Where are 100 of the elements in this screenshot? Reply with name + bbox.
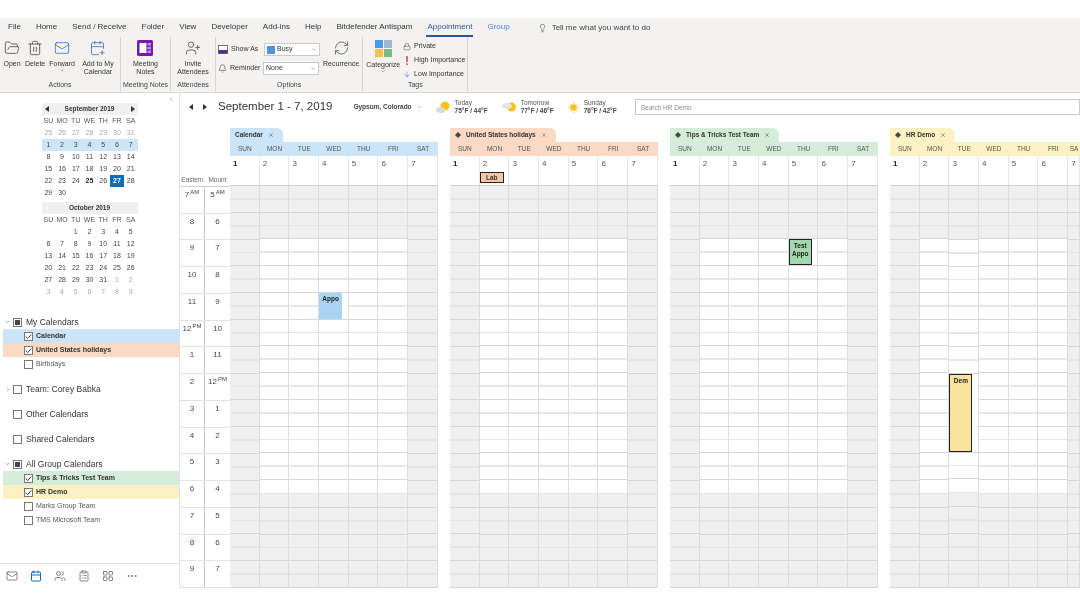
left-triangle-icon[interactable] (44, 106, 49, 112)
menu-tab[interactable]: Bitdefender Antispam (335, 18, 414, 37)
lightbulb-icon (537, 22, 547, 33)
right-triangle-icon[interactable] (130, 106, 135, 112)
refresh-icon (332, 40, 350, 56)
diamond-icon[interactable] (455, 132, 461, 138)
day-number[interactable]: 1 (670, 156, 699, 168)
grid-icon[interactable] (102, 570, 114, 582)
day-number[interactable]: 6 (598, 156, 628, 168)
day-number[interactable]: 4 (319, 156, 348, 168)
mail-icon[interactable] (6, 570, 18, 582)
checkbox[interactable] (13, 384, 22, 394)
menu-tab[interactable]: Folder (140, 18, 166, 37)
calendar-icon[interactable] (30, 570, 42, 582)
checkbox[interactable] (24, 515, 33, 525)
right-triangle-icon[interactable] (203, 104, 207, 110)
status-icon (218, 45, 229, 54)
close-icon[interactable] (267, 132, 274, 138)
day-number[interactable]: 4 (759, 156, 788, 168)
checkbox[interactable] (24, 473, 33, 483)
menu-tab[interactable]: Help (304, 18, 323, 37)
tell-me-field[interactable]: Tell me what you want to do (551, 20, 682, 35)
exclamation-icon (406, 55, 409, 65)
hour-label: 5 (215, 511, 220, 520)
checkbox[interactable] (24, 359, 33, 369)
day-number[interactable]: 3 (729, 156, 759, 168)
checkbox[interactable] (13, 434, 22, 444)
checkbox[interactable] (13, 409, 22, 419)
checkbox[interactable] (13, 459, 22, 469)
calendar-group-label[interactable]: Team: Corey Babka (26, 382, 101, 396)
clipboard-icon[interactable] (78, 570, 90, 582)
calendar-group-label[interactable]: Other Calendars (26, 407, 89, 421)
menu-tab[interactable]: Home (34, 18, 59, 37)
hour-label: 9 (189, 244, 195, 253)
menu-tab[interactable]: View (178, 18, 198, 37)
diamond-icon[interactable] (895, 132, 901, 138)
date-range-title: September 1 - 7, 2019 (218, 99, 333, 115)
checkbox[interactable] (24, 487, 33, 497)
day-number[interactable]: 3 (289, 156, 319, 168)
down-arrow-icon (403, 69, 412, 79)
hour-label: 9 (189, 565, 195, 574)
people-icon[interactable] (54, 570, 66, 582)
hour-label: 8 (215, 271, 220, 280)
hour-label: 9 (215, 297, 220, 306)
hour-label: 2 (189, 378, 195, 387)
day-number[interactable]: 1 (230, 156, 259, 168)
day-number[interactable]: 7 (848, 156, 877, 168)
day-number[interactable]: 5 (568, 156, 598, 168)
menu-tab[interactable]: Send / Receive (71, 18, 128, 37)
day-number[interactable]: 5 (788, 156, 818, 168)
day-number[interactable]: 7 (628, 156, 657, 168)
calendar-group-label[interactable]: My Calendars (26, 315, 79, 329)
calendar-group-label[interactable]: Shared Calendars (26, 432, 95, 446)
chevron-down-icon[interactable] (4, 319, 11, 325)
diamond-icon[interactable] (675, 132, 681, 138)
day-number[interactable]: 7 (1068, 156, 1079, 168)
close-icon[interactable] (940, 132, 947, 138)
day-number[interactable]: 3 (509, 156, 539, 168)
hour-label: 6 (189, 485, 195, 494)
menu-tab[interactable]: Developer (210, 18, 249, 37)
hour-label: 2 (215, 431, 220, 440)
day-number[interactable]: 6 (1038, 156, 1068, 168)
checkbox[interactable] (13, 317, 22, 327)
envelope-icon (53, 40, 72, 56)
day-number[interactable]: 4 (979, 156, 1008, 168)
hour-label: 6 (215, 217, 220, 226)
day-number[interactable]: 5 (348, 156, 378, 168)
checkbox[interactable] (24, 501, 33, 511)
hour-label: 6 (215, 538, 220, 547)
calendar-group-label[interactable]: All Group Calendars (26, 457, 103, 471)
close-icon[interactable] (764, 132, 771, 138)
day-number[interactable]: 5 (1008, 156, 1038, 168)
hour-label: 7 (189, 511, 195, 520)
menu-tab[interactable]: Add-ins (261, 18, 291, 37)
hour-label: 5 (189, 458, 195, 467)
close-icon[interactable] (540, 132, 547, 138)
hour-label: 4 (189, 431, 195, 440)
chevron-down-icon[interactable] (4, 461, 11, 467)
left-triangle-icon[interactable] (189, 104, 193, 110)
notebook-icon (137, 40, 154, 56)
checkbox[interactable] (24, 345, 33, 355)
day-number[interactable]: 2 (259, 156, 289, 168)
chevron-left-icon[interactable] (168, 96, 174, 103)
chevron-right-icon[interactable] (4, 385, 11, 393)
day-number[interactable]: 7 (408, 156, 437, 168)
hour-label: 11 (187, 297, 197, 306)
day-number[interactable]: 1 (450, 156, 479, 168)
day-number[interactable]: 1 (890, 156, 919, 168)
day-number[interactable]: 2 (919, 156, 949, 168)
checkbox[interactable] (24, 331, 33, 341)
day-number[interactable]: 6 (378, 156, 408, 168)
swatch-icon (267, 45, 276, 54)
day-number[interactable]: 3 (949, 156, 979, 168)
person-plus-icon (184, 40, 203, 56)
day-number[interactable]: 6 (818, 156, 848, 168)
day-number[interactable]: 2 (479, 156, 509, 168)
day-number[interactable]: 4 (539, 156, 568, 168)
menu-tab[interactable]: File (7, 18, 22, 37)
day-number[interactable]: 2 (699, 156, 729, 168)
hour-label: 12$^{PM}$ (182, 324, 202, 333)
